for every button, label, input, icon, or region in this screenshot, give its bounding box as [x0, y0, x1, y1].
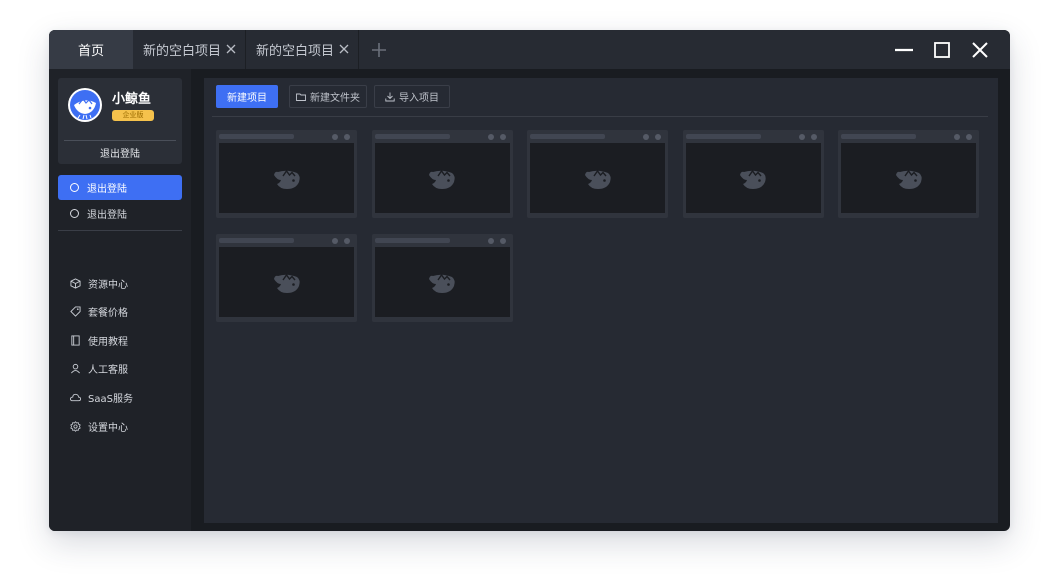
card-dot — [810, 134, 817, 140]
card-dot — [643, 134, 649, 140]
card-title-bar — [374, 238, 450, 243]
new-folder-button[interactable]: 新建文件夹 — [289, 85, 367, 108]
project-card[interactable] — [838, 130, 979, 218]
circle-icon — [70, 209, 79, 218]
sidebar-item-label: 使用教程 — [88, 337, 128, 348]
new-folder-label: 新建文件夹 — [310, 93, 360, 104]
enterprise-badge: 企业版 — [112, 110, 154, 121]
card-title-bar — [219, 238, 294, 243]
card-dot — [487, 134, 494, 140]
app-window: 首页 新的空白项目 新的空白项目 小鲸鱼 企业版 退出登陆 退出登陆 退出登陆 … — [49, 30, 1010, 531]
card-dot — [798, 134, 805, 140]
card-title-bar — [219, 134, 294, 139]
close-icon[interactable] — [225, 43, 237, 55]
sidebar-item-label: 退出登陆 — [87, 184, 127, 195]
card-title-bar — [374, 134, 450, 139]
card-dot — [499, 134, 506, 140]
sidebar: 小鲸鱼 企业版 退出登陆 退出登陆 退出登陆 资源中心 套餐价格 使用教程 人工… — [49, 69, 191, 531]
window-close-icon[interactable] — [968, 38, 992, 62]
import-project-label: 导入项目 — [399, 93, 439, 104]
whale-logo-icon — [584, 169, 611, 189]
divider — [212, 116, 988, 117]
plus-icon[interactable] — [369, 40, 389, 60]
sidebar-item-pricing[interactable]: 套餐价格 — [58, 299, 182, 324]
tab-home[interactable]: 首页 — [49, 30, 133, 69]
card-dot — [344, 238, 350, 244]
divider — [64, 140, 176, 141]
card-preview — [685, 143, 821, 213]
project-card[interactable] — [682, 130, 824, 218]
cloud-icon — [70, 393, 81, 402]
sidebar-item-resources[interactable]: 资源中心 — [58, 271, 182, 296]
folder-icon — [296, 93, 306, 101]
card-preview — [841, 143, 976, 213]
new-project-button[interactable]: 新建项目 — [216, 85, 278, 108]
sidebar-item-label: 设置中心 — [88, 423, 128, 434]
whale-logo-icon — [273, 273, 300, 293]
card-dot — [332, 134, 338, 140]
sidebar-item-label: 套餐价格 — [88, 308, 128, 319]
minimize-icon[interactable] — [892, 38, 916, 62]
sidebar-item-logout-1[interactable]: 退出登陆 — [58, 175, 182, 200]
circle-icon — [70, 183, 79, 192]
card-dot — [344, 134, 350, 140]
card-dot — [332, 238, 338, 244]
whale-logo-icon — [429, 169, 455, 189]
user-name: 小鲸鱼 — [112, 92, 152, 107]
sidebar-item-support[interactable]: 人工客服 — [58, 356, 182, 381]
whale-logo-icon — [895, 169, 922, 189]
divider — [58, 230, 182, 231]
user-card: 小鲸鱼 企业版 退出登陆 — [58, 78, 182, 164]
card-dot — [655, 134, 661, 140]
card-preview — [374, 143, 510, 213]
tab-label: 新的空白项目 — [256, 44, 335, 59]
project-card[interactable] — [216, 130, 357, 218]
tab-project-1[interactable]: 新的空白项目 — [133, 30, 246, 69]
sidebar-item-settings[interactable]: 设置中心 — [58, 414, 182, 439]
download-icon — [385, 92, 395, 101]
card-dot — [487, 238, 494, 244]
card-title-bar — [530, 134, 605, 139]
main-panel: 新建项目 新建文件夹 导入项目 — [204, 78, 998, 523]
book-icon — [71, 335, 80, 346]
tag-icon — [70, 306, 81, 317]
whale-avatar-icon[interactable] — [67, 87, 103, 123]
card-dot — [966, 134, 972, 140]
project-card[interactable] — [371, 130, 513, 218]
sidebar-item-label: 资源中心 — [88, 280, 128, 291]
cube-icon — [70, 278, 81, 289]
sidebar-item-saas[interactable]: SaaS服务 — [58, 385, 182, 410]
project-card[interactable] — [371, 234, 513, 322]
project-card[interactable] — [216, 234, 357, 322]
card-dot — [954, 134, 960, 140]
sidebar-item-label: 退出登陆 — [87, 210, 127, 221]
close-icon[interactable] — [338, 43, 350, 55]
card-title-bar — [841, 134, 916, 139]
card-preview — [374, 247, 510, 317]
sidebar-item-label: SaaS服务 — [88, 394, 133, 405]
sidebar-item-label: 人工客服 — [88, 365, 128, 376]
card-preview — [219, 143, 354, 213]
sidebar-item-tutorials[interactable]: 使用教程 — [58, 328, 182, 353]
gear-icon — [70, 421, 81, 432]
maximize-icon[interactable] — [930, 38, 954, 62]
whale-logo-icon — [273, 169, 300, 189]
card-preview — [530, 143, 665, 213]
sidebar-item-logout-2[interactable]: 退出登陆 — [58, 201, 182, 226]
title-bar: 首页 新的空白项目 新的空白项目 — [49, 30, 1010, 69]
tab-label: 新的空白项目 — [143, 44, 222, 59]
tab-project-2[interactable]: 新的空白项目 — [246, 30, 359, 69]
card-preview — [219, 247, 354, 317]
card-title-bar — [685, 134, 761, 139]
user-icon — [71, 363, 80, 374]
card-dot — [499, 238, 506, 244]
project-card[interactable] — [527, 130, 668, 218]
logout-button[interactable]: 退出登陆 — [58, 145, 182, 160]
import-project-button[interactable]: 导入项目 — [374, 85, 450, 108]
whale-logo-icon — [740, 169, 766, 189]
whale-logo-icon — [429, 273, 455, 293]
